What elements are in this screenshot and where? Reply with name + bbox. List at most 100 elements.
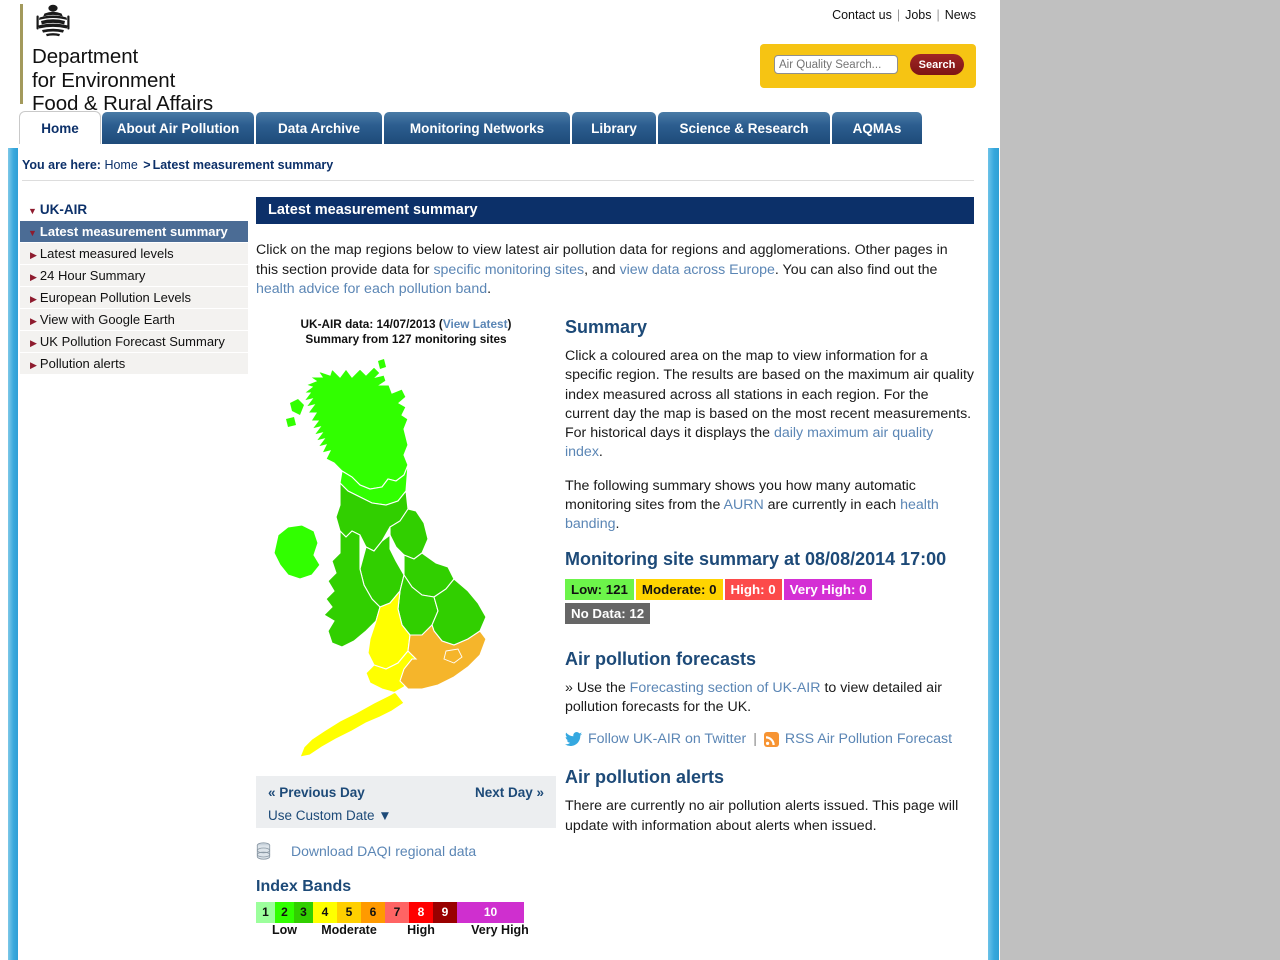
summary-p1-text-b: . bbox=[598, 444, 603, 461]
summary-paragraph-1: Click a coloured area on the map to view… bbox=[565, 347, 975, 463]
chevron-down-icon: ▼ bbox=[28, 206, 37, 216]
chevron-right-icon: ▶ bbox=[30, 250, 37, 260]
sidebar-item-pollution-alerts[interactable]: ▶ Pollution alerts bbox=[20, 353, 248, 375]
search-bar: Search bbox=[760, 44, 976, 88]
index-band-1: 1 bbox=[256, 902, 275, 923]
use-custom-date-button[interactable]: Use Custom Date ▼ bbox=[268, 808, 392, 823]
tab-science-research[interactable]: Science & Research bbox=[658, 112, 830, 145]
monitoring-badges: Low: 121 Moderate: 0 High: 0 Very High: 0 No… bbox=[565, 578, 975, 627]
utility-links: Contact us | Jobs | News bbox=[832, 8, 976, 22]
index-band-7: 7 bbox=[385, 902, 409, 923]
status-badge-no-data: No Data: 12 bbox=[565, 602, 651, 624]
sidebar-item-latest-measurement-summary[interactable]: ▼ Latest measurement summary bbox=[20, 221, 248, 243]
sidebar-navigation: ▼ UK-AIR ▼ Latest measurement summary ▶ Late… bbox=[20, 199, 248, 375]
dept-line-1: Department bbox=[32, 45, 139, 68]
rss-icon bbox=[763, 731, 779, 747]
index-band-label-low: Low bbox=[272, 923, 297, 937]
index-band-5: 5 bbox=[337, 902, 361, 923]
health-advice-link[interactable]: health advice for each pollution band bbox=[256, 281, 487, 297]
browser-viewport: Department for Environment Food & Rural … bbox=[0, 0, 1000, 960]
sidebar-item-uk-pollution-forecast-summary[interactable]: ▶ UK Pollution Forecast Summary bbox=[20, 331, 248, 353]
breadcrumb-label: You are here: bbox=[22, 158, 101, 172]
map-caption-line2: Summary from 127 monitoring sites bbox=[305, 332, 507, 346]
map-region-north-east-scotland[interactable] bbox=[302, 366, 409, 490]
sidebar-item-label: Pollution alerts bbox=[39, 356, 126, 371]
breadcrumb-current: Latest measurement summary bbox=[152, 158, 334, 172]
link-separator-1: | bbox=[896, 8, 901, 22]
map-region-outer-isles-2 bbox=[286, 417, 296, 427]
index-band-label-high: High bbox=[407, 923, 435, 937]
social-separator: | bbox=[753, 731, 757, 748]
sidebar-item-label: 24 Hour Summary bbox=[39, 268, 146, 283]
royal-crest-icon bbox=[36, 4, 70, 37]
map-region-south-west-england[interactable] bbox=[299, 650, 417, 758]
twitter-icon bbox=[565, 731, 582, 746]
sidebar-item-24-hour-summary[interactable]: ▶ 24 Hour Summary bbox=[20, 265, 248, 287]
breadcrumb: You are here: Home > Latest measurement s… bbox=[22, 158, 333, 172]
summary-paragraph-2: The following summary shows you how many… bbox=[565, 477, 975, 535]
status-badge-moderate: Moderate: 0 bbox=[635, 578, 723, 600]
intro-text-2: , and bbox=[584, 261, 620, 278]
sidebar-item-european-pollution-levels[interactable]: ▶ European Pollution Levels bbox=[20, 287, 248, 309]
uk-air-quality-map[interactable] bbox=[256, 359, 556, 759]
tab-aqmas[interactable]: AQMAs bbox=[832, 112, 922, 145]
map-region-shetland bbox=[378, 359, 386, 369]
download-row: Download DAQI regional data bbox=[256, 842, 556, 860]
map-caption-line1: UK-AIR data: 14/07/2013 (View Latest) bbox=[256, 317, 556, 332]
view-latest-link[interactable]: View Latest bbox=[443, 317, 508, 331]
news-link[interactable]: News bbox=[945, 8, 976, 22]
aurn-link[interactable]: AURN bbox=[724, 497, 764, 513]
intro-text-3: . You can also find out the bbox=[774, 261, 938, 278]
sidebar-item-label: Latest measurement summary bbox=[39, 224, 228, 239]
tab-about-air-pollution[interactable]: About Air Pollution bbox=[102, 112, 254, 145]
index-bands-row: 1 2 3 4 5 6 7 8 9 10 bbox=[256, 902, 544, 923]
sidebar-item-view-with-google-earth[interactable]: ▶ View with Google Earth bbox=[20, 309, 248, 331]
alerts-body: There are currently no air pollution ale… bbox=[565, 798, 959, 834]
follow-twitter-link[interactable]: Follow UK-AIR on Twitter bbox=[588, 731, 746, 747]
sidebar-item-latest-measured-levels[interactable]: ▶ Latest measured levels bbox=[20, 243, 248, 265]
index-bands-title: Index Bands bbox=[256, 878, 352, 895]
tab-home[interactable]: Home bbox=[20, 112, 100, 145]
index-band-label-moderate: Moderate bbox=[321, 923, 377, 937]
forecasting-section-link[interactable]: Forecasting section of UK-AIR bbox=[630, 680, 821, 696]
tab-data-archive[interactable]: Data Archive bbox=[256, 112, 382, 145]
twitter-link-label[interactable]: Follow UK-AIR on Twitter bbox=[588, 731, 746, 747]
tab-monitoring-networks[interactable]: Monitoring Networks bbox=[384, 112, 570, 145]
page-scrollbar[interactable] bbox=[988, 148, 999, 960]
status-badge-low: Low: 121 bbox=[565, 578, 634, 600]
status-badge-high: High: 0 bbox=[724, 578, 782, 600]
view-data-across-europe-link[interactable]: view data across Europe bbox=[620, 262, 775, 278]
search-input[interactable] bbox=[774, 55, 898, 74]
map-region-northern-ireland[interactable] bbox=[273, 524, 321, 580]
map-caption-close: ) bbox=[507, 317, 512, 331]
jobs-link[interactable]: Jobs bbox=[905, 8, 931, 22]
contact-us-link[interactable]: Contact us bbox=[832, 8, 892, 22]
sidebar-root-uk-air[interactable]: ▼ UK-AIR bbox=[20, 199, 248, 221]
database-icon bbox=[256, 842, 271, 860]
index-band-8: 8 bbox=[409, 902, 433, 923]
sidebar-item-label: European Pollution Levels bbox=[39, 290, 191, 305]
forecasts-heading: Air pollution forecasts bbox=[565, 648, 757, 669]
chevron-right-icon: ▶ bbox=[30, 294, 37, 304]
chevron-right-icon: ▶ bbox=[30, 316, 37, 326]
rss-forecast-link[interactable]: RSS Air Pollution Forecast bbox=[785, 731, 952, 747]
previous-day-button[interactable]: « Previous Day bbox=[268, 785, 365, 800]
chevron-right-icon: ▶ bbox=[30, 338, 37, 348]
nav-underline bbox=[0, 144, 1000, 146]
monitoring-site-summary-heading: Monitoring site summary at 08/08/2014 17… bbox=[565, 548, 947, 569]
chevron-right-icon: ▶ bbox=[30, 272, 37, 282]
index-band-3: 3 bbox=[294, 902, 313, 923]
breadcrumb-home-link[interactable]: Home bbox=[104, 158, 137, 172]
department-name: Department for Environment Food & Rural … bbox=[32, 45, 213, 116]
download-daqi-link[interactable]: Download DAQI regional data bbox=[291, 843, 476, 859]
next-day-button[interactable]: Next Day » bbox=[475, 785, 544, 800]
index-band-10: 10 bbox=[457, 902, 524, 923]
specific-monitoring-sites-link[interactable]: specific monitoring sites bbox=[433, 262, 584, 278]
alerts-heading: Air pollution alerts bbox=[565, 767, 725, 788]
search-button[interactable]: Search bbox=[910, 54, 964, 75]
defra-logo[interactable]: Department for Environment Food & Rural … bbox=[20, 4, 213, 116]
desktop-background bbox=[999, 0, 1280, 960]
forecast-paragraph: » Use the Forecasting section of UK-AIR … bbox=[565, 679, 975, 718]
intro-text-4: . bbox=[487, 281, 492, 297]
tab-library[interactable]: Library bbox=[572, 112, 656, 145]
